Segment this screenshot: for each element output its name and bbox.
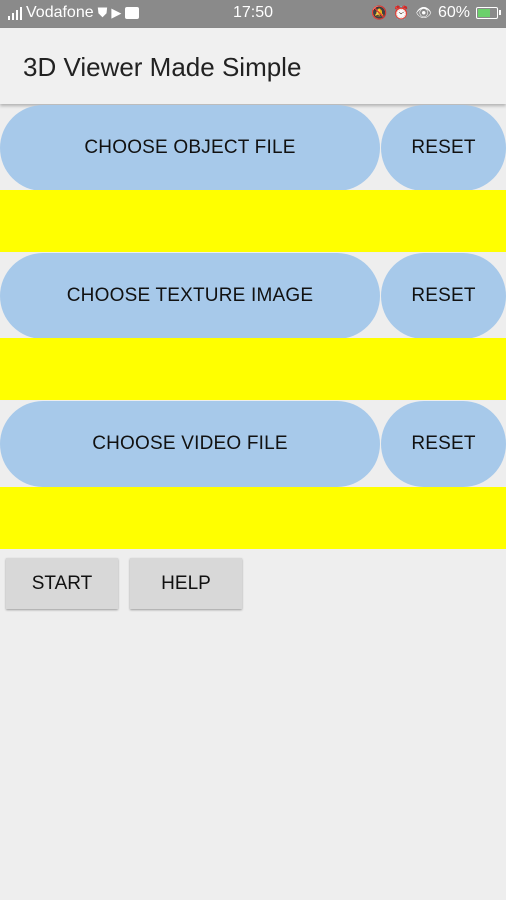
choose-texture-image-button[interactable]: CHOOSE TEXTURE IMAGE: [0, 253, 380, 339]
texture-image-field: [0, 338, 506, 400]
start-button[interactable]: START: [6, 558, 118, 609]
object-file-row: CHOOSE OBJECT FILE RESET: [0, 105, 506, 191]
battery-percent: 60%: [437, 4, 470, 21]
reset-texture-image-button[interactable]: RESET: [381, 253, 506, 339]
battery-icon: [476, 7, 501, 19]
status-bar: Vodafone ⛊ ▶ 17:50 🔕 ⏰ 👁 60%: [0, 0, 506, 28]
reset-video-file-button[interactable]: RESET: [381, 401, 506, 487]
help-button[interactable]: HELP: [130, 558, 242, 609]
eye-icon: 👁: [415, 5, 432, 20]
choose-object-file-button[interactable]: CHOOSE OBJECT FILE: [0, 105, 380, 191]
choose-video-file-button[interactable]: CHOOSE VIDEO FILE: [0, 401, 380, 487]
reset-object-file-button[interactable]: RESET: [381, 105, 506, 191]
app-bar: 3D Viewer Made Simple: [0, 28, 506, 104]
video-file-field: [0, 487, 506, 549]
texture-image-row: CHOOSE TEXTURE IMAGE RESET: [0, 253, 506, 339]
object-file-field: [0, 190, 506, 252]
status-right: 🔕 ⏰ 👁 60%: [371, 4, 501, 22]
app-title: 3D Viewer Made Simple: [23, 52, 302, 82]
video-file-row: CHOOSE VIDEO FILE RESET: [0, 401, 506, 487]
alarm-icon: ⏰: [393, 5, 410, 20]
mute-icon: 🔕: [371, 5, 388, 20]
